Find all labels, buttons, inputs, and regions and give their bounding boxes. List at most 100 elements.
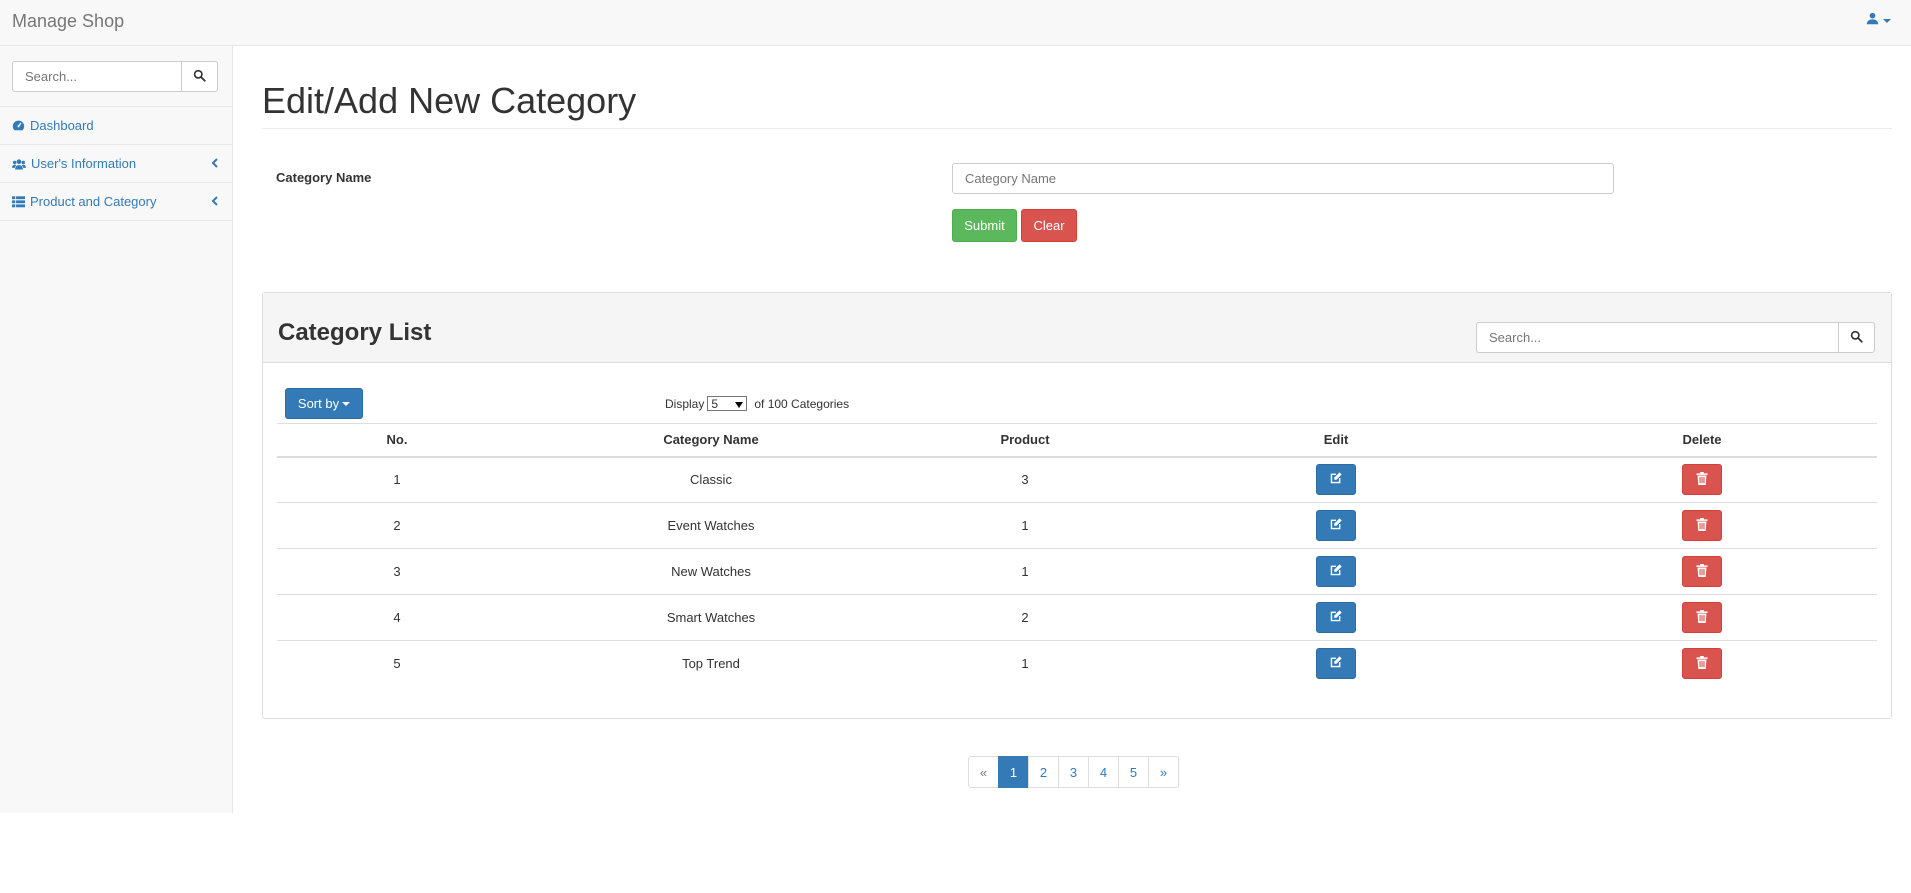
cell-product: 1 — [905, 502, 1145, 549]
column-header-delete: Delete — [1527, 423, 1877, 458]
clear-button[interactable]: Clear — [1021, 209, 1077, 242]
page-title: Edit/Add New Category — [262, 80, 637, 121]
sidebar-item-dashboard[interactable]: Dashboard — [0, 107, 232, 145]
pagination-page-3[interactable]: 3 — [1058, 756, 1089, 788]
edit-button[interactable] — [1316, 556, 1356, 587]
category-name-input[interactable] — [952, 163, 1614, 194]
chevron-left-icon — [211, 195, 218, 209]
trash-icon — [1696, 609, 1708, 626]
sidebar-menu: Dashboard User's Information Product and… — [0, 106, 232, 221]
search-icon — [1850, 330, 1863, 346]
sort-by-button[interactable]: Sort by — [285, 388, 363, 419]
display-count-select[interactable]: 5 — [707, 396, 748, 411]
cell-delete — [1527, 502, 1877, 549]
title-divider — [262, 128, 1892, 129]
column-header-edit: Edit — [1145, 423, 1527, 458]
pagination-page-1[interactable]: 1 — [998, 756, 1029, 788]
sidebar-search-button[interactable] — [181, 61, 218, 92]
cell-product: 2 — [905, 594, 1145, 641]
category-search — [1476, 322, 1875, 353]
delete-button[interactable] — [1682, 648, 1722, 680]
pagination-page-2[interactable]: 2 — [1028, 756, 1059, 788]
user-icon — [1866, 12, 1879, 28]
brand-title[interactable]: Manage Shop — [12, 11, 124, 32]
cell-edit — [1145, 641, 1527, 687]
column-header-product: Product — [905, 423, 1145, 458]
table-header-row: No. Category Name Product Edit Delete — [277, 423, 1877, 458]
category-table: No. Category Name Product Edit Delete 1 … — [277, 423, 1877, 687]
user-menu-toggle[interactable] — [1866, 12, 1891, 28]
cell-category-name: Classic — [517, 456, 905, 503]
cell-product: 3 — [905, 456, 1145, 503]
sidebar-item-users-information[interactable]: User's Information — [0, 145, 232, 183]
chevron-left-icon — [211, 157, 218, 171]
display-prefix: Display — [665, 396, 705, 411]
pagination-page-4[interactable]: 4 — [1088, 756, 1119, 788]
caret-down-icon — [342, 400, 351, 408]
submit-button[interactable]: Submit — [952, 209, 1017, 242]
cell-product: 1 — [905, 548, 1145, 595]
cell-category-name: Event Watches — [517, 502, 905, 549]
pagination-next[interactable]: » — [1148, 756, 1179, 788]
column-header-category-name: Category Name — [517, 423, 905, 458]
cell-edit — [1145, 456, 1527, 503]
caret-down-icon — [1883, 12, 1891, 28]
category-name-label: Category Name — [276, 170, 372, 185]
cell-no: 3 — [277, 548, 517, 595]
delete-button[interactable] — [1682, 602, 1722, 633]
category-list-title: Category List — [278, 319, 432, 346]
cell-delete — [1527, 456, 1877, 503]
pagination-prev[interactable]: « — [968, 756, 999, 788]
display-count-value: 5 — [711, 396, 719, 411]
delete-button[interactable] — [1682, 556, 1722, 587]
pagination-page-5[interactable]: 5 — [1118, 756, 1149, 788]
table-row: 2 Event Watches 1 — [277, 502, 1877, 549]
edit-icon — [1329, 471, 1343, 488]
category-search-input[interactable] — [1476, 322, 1838, 353]
sidebar-item-label: Product and Category — [30, 194, 157, 209]
edit-icon — [1329, 517, 1343, 534]
sidebar-search — [12, 61, 218, 92]
sort-by-label: Sort by — [297, 396, 340, 411]
sidebar-search-input[interactable] — [12, 61, 181, 92]
cell-product: 1 — [1021, 656, 1029, 672]
trash-icon — [1696, 471, 1708, 488]
cell-no: 2 — [277, 502, 517, 549]
edit-button[interactable] — [1316, 510, 1356, 541]
cell-edit — [1145, 502, 1527, 549]
cell-no: 5 — [393, 656, 401, 672]
cell-no: 1 — [277, 456, 517, 503]
edit-button[interactable] — [1316, 602, 1356, 633]
table-row: 5 Top Trend 1 — [277, 641, 1877, 687]
delete-button[interactable] — [1682, 510, 1722, 541]
display-count-control: Display 5 of 100 Categories — [665, 396, 849, 411]
dashboard-icon — [12, 119, 25, 132]
cell-delete — [1527, 594, 1877, 641]
sidebar: Dashboard User's Information Product and… — [0, 46, 233, 813]
sidebar-item-label: Dashboard — [30, 118, 94, 133]
column-header-no: No. — [277, 423, 517, 458]
edit-button[interactable] — [1316, 464, 1356, 496]
panel-heading: Category List — [263, 293, 1891, 363]
sidebar-item-product-and-category[interactable]: Product and Category — [0, 183, 232, 221]
cell-delete — [1527, 641, 1877, 687]
users-icon — [12, 158, 26, 170]
search-icon — [193, 69, 206, 85]
edit-icon — [1329, 655, 1343, 672]
category-search-button[interactable] — [1838, 322, 1875, 353]
edit-button[interactable] — [1316, 648, 1356, 680]
category-list-panel: Category List Sort by Display 5 — [262, 292, 1892, 719]
table-icon — [12, 195, 25, 208]
table-row: 1 Classic 3 — [277, 456, 1877, 503]
trash-icon — [1696, 655, 1708, 672]
sidebar-item-label: User's Information — [31, 156, 137, 171]
display-suffix: of 100 Categories — [754, 396, 850, 411]
pagination: « 1 2 3 4 5 » — [968, 756, 1179, 788]
cell-category-name: New Watches — [517, 548, 905, 595]
cell-no: 4 — [277, 594, 517, 641]
cell-delete — [1527, 548, 1877, 595]
table-row: 4 Smart Watches 2 — [277, 594, 1877, 641]
edit-icon — [1329, 609, 1343, 626]
trash-icon — [1696, 563, 1708, 580]
delete-button[interactable] — [1682, 464, 1722, 496]
